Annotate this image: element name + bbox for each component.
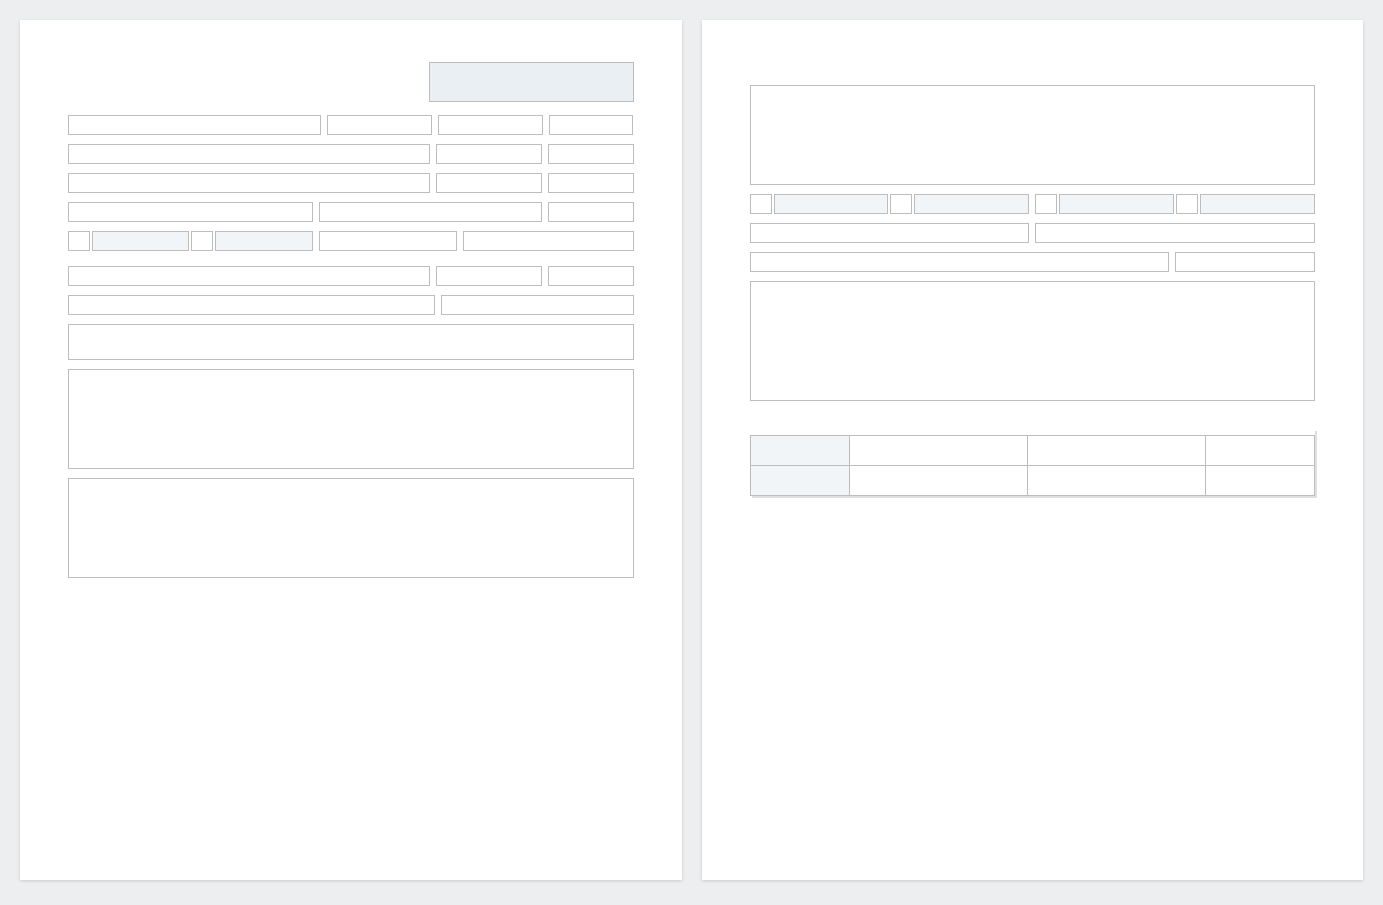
input-supervisor-email[interactable] [319, 202, 543, 222]
label-er-no [914, 194, 1029, 214]
input-first-aid[interactable] [750, 85, 1316, 185]
input-returned[interactable] [441, 295, 634, 315]
check-er-yes[interactable] [750, 194, 772, 214]
check-amb-no[interactable] [1176, 194, 1198, 214]
sig-row-supervisor [750, 466, 849, 496]
input-home-phone[interactable] [436, 173, 542, 193]
input-work-phone[interactable] [548, 173, 633, 193]
sig-employee-signature[interactable] [1027, 436, 1205, 466]
sig-supervisor-date[interactable] [1206, 466, 1315, 496]
label-part-time [215, 231, 312, 251]
input-treating-doctor[interactable] [750, 223, 1030, 243]
input-todays-date[interactable] [549, 115, 633, 135]
input-days-per-week[interactable] [463, 231, 633, 251]
sig-employee-name[interactable] [849, 436, 1027, 466]
input-hours-per-day[interactable] [319, 231, 457, 251]
form-page-1 [20, 20, 682, 880]
input-date-of-hire[interactable] [436, 144, 542, 164]
input-supervisor-name[interactable] [68, 202, 313, 222]
sig-supervisor-signature[interactable] [1027, 466, 1205, 496]
signature-table [750, 429, 1316, 496]
check-er-no[interactable] [890, 194, 912, 214]
sig-row-employee [750, 436, 849, 466]
label-er-yes [774, 194, 889, 214]
input-treatment-phone[interactable] [1175, 252, 1315, 272]
input-job-title[interactable] [68, 144, 430, 164]
input-time-of-injury[interactable] [548, 266, 633, 286]
check-part-time[interactable] [191, 231, 213, 251]
input-witnesses[interactable] [68, 324, 634, 360]
label-amb-yes [1059, 194, 1174, 214]
input-employee-name[interactable] [68, 115, 321, 135]
input-employee-id[interactable] [438, 115, 543, 135]
check-amb-yes[interactable] [1035, 194, 1057, 214]
input-supervisor-phone[interactable] [548, 202, 633, 222]
input-incident-desc[interactable] [68, 478, 634, 578]
input-home-address[interactable] [68, 173, 430, 193]
input-treatment-received[interactable] [750, 281, 1316, 401]
input-loss-of-time[interactable] [68, 295, 435, 315]
label-amb-no [1200, 194, 1315, 214]
check-full-time[interactable] [68, 231, 90, 251]
input-medical-providers[interactable] [1035, 223, 1315, 243]
input-date-of-injury[interactable] [436, 266, 542, 286]
claim-no-input[interactable] [429, 62, 634, 102]
form-page-2 [702, 20, 1364, 880]
sig-supervisor-name[interactable] [849, 466, 1027, 496]
label-full-time [92, 231, 189, 251]
input-location-of-injury[interactable] [68, 266, 430, 286]
input-ssn[interactable] [327, 115, 432, 135]
input-treatment-address[interactable] [750, 252, 1170, 272]
input-injury-desc[interactable] [68, 369, 634, 469]
sig-employee-date[interactable] [1206, 436, 1315, 466]
input-rate-of-pay[interactable] [548, 144, 633, 164]
